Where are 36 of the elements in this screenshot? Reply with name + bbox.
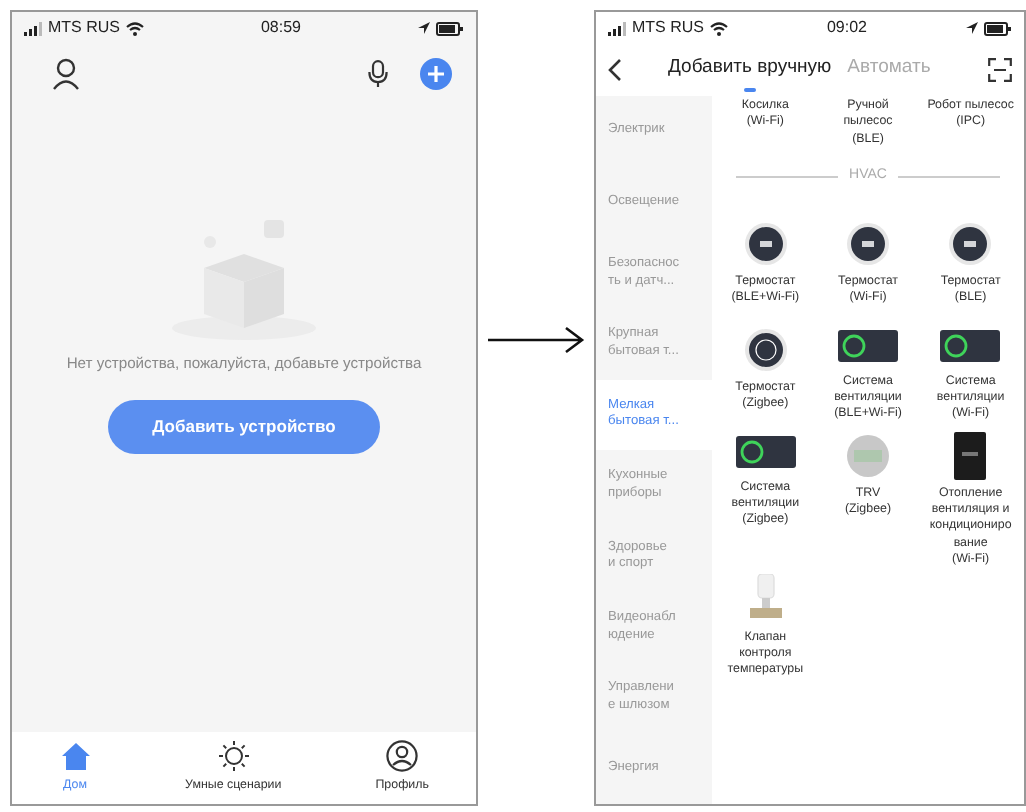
profile-icon bbox=[386, 740, 419, 773]
heater-panel-icon bbox=[954, 431, 987, 480]
wifi-icon bbox=[126, 21, 144, 35]
battery-icon bbox=[984, 21, 1012, 35]
back-icon bbox=[608, 58, 622, 82]
user-button[interactable] bbox=[52, 58, 80, 90]
location-icon bbox=[418, 22, 430, 34]
tab[interactable]: Добавить вручную bbox=[666, 50, 834, 90]
ventilation-panel-icon bbox=[735, 436, 796, 469]
add-button[interactable] bbox=[420, 58, 452, 90]
wifi-icon bbox=[710, 21, 728, 35]
arrow-icon bbox=[486, 326, 586, 354]
clock-time: 09:02 bbox=[826, 16, 868, 40]
location-icon bbox=[966, 22, 978, 34]
carrier-name: MTS RUS bbox=[48, 16, 120, 40]
signal-icon bbox=[24, 21, 42, 35]
battery-icon bbox=[436, 21, 464, 35]
ventilation-panel-icon bbox=[940, 330, 1001, 363]
user-icon bbox=[52, 58, 80, 90]
thermostat-icon bbox=[743, 221, 788, 266]
thermostat-icon bbox=[948, 221, 993, 266]
home-icon bbox=[59, 740, 92, 773]
clock-time: 08:59 bbox=[260, 16, 302, 40]
sun-icon bbox=[217, 740, 250, 773]
back-button[interactable] bbox=[608, 58, 622, 82]
ventilation-panel-icon bbox=[837, 330, 898, 363]
scan-button[interactable] bbox=[988, 58, 1012, 82]
carrier-name: MTS RUS bbox=[632, 16, 704, 40]
plus-icon bbox=[420, 58, 452, 90]
microphone-icon bbox=[368, 60, 388, 88]
signal-icon bbox=[608, 21, 626, 35]
microphone-button[interactable] bbox=[368, 60, 388, 88]
trv-icon bbox=[845, 433, 890, 478]
thermostat-icon bbox=[743, 327, 788, 372]
thermostat-icon bbox=[845, 221, 890, 266]
scan-icon bbox=[988, 58, 1012, 82]
